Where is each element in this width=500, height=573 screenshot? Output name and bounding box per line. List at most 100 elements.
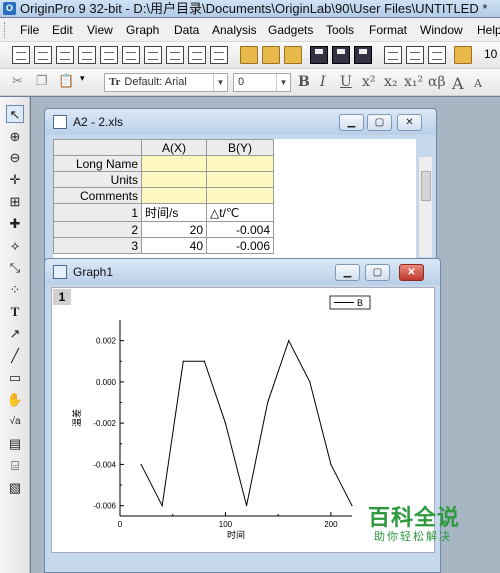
- menu-tools[interactable]: Tools: [326, 23, 354, 37]
- scale-icon[interactable]: ✛: [6, 171, 24, 189]
- grid-cell[interactable]: [141, 187, 207, 204]
- menu-window[interactable]: Window: [420, 23, 463, 37]
- greek-button[interactable]: αβ: [428, 74, 446, 90]
- new-excel-icon[interactable]: [56, 46, 74, 64]
- grid-cell[interactable]: [206, 171, 274, 188]
- row-label-long-name[interactable]: Long Name: [53, 155, 142, 172]
- column-header-b[interactable]: B(Y): [206, 139, 274, 156]
- new-script-icon[interactable]: [188, 46, 206, 64]
- import-multiple-icon[interactable]: [406, 46, 424, 64]
- zoom-out-icon[interactable]: ⊖: [6, 149, 24, 167]
- paste-icon[interactable]: 📋: [58, 73, 76, 91]
- grid-cell[interactable]: -0.006: [206, 237, 274, 254]
- app-title: OriginPro 9 32-bit - D:\用户目录\Documents\O…: [20, 1, 488, 16]
- y-tick-label: -0.002: [93, 419, 116, 428]
- close-button[interactable]: ✕: [399, 264, 424, 281]
- insert-graph-icon[interactable]: ▤: [6, 435, 24, 453]
- grid-cell[interactable]: 40: [141, 237, 207, 254]
- scrollbar-thumb[interactable]: [421, 171, 431, 201]
- import-ascii-icon[interactable]: [384, 46, 402, 64]
- menu-analysis[interactable]: Analysis: [212, 23, 257, 37]
- new-matrix-icon[interactable]: [100, 46, 118, 64]
- grid-cell[interactable]: 时间/s: [141, 203, 207, 222]
- maximize-button[interactable]: ▢: [367, 114, 392, 131]
- minimize-button[interactable]: ▁: [335, 264, 360, 281]
- corner-cell[interactable]: [53, 139, 142, 156]
- new-workbook-icon[interactable]: [34, 46, 52, 64]
- format-toolbar: ✂ ❐ 📋 ▾ Tr Default: Arial ▼ 0 ▼ B I U x² …: [0, 69, 500, 96]
- cut-icon[interactable]: ✂: [12, 73, 30, 91]
- open-excel-icon[interactable]: [284, 46, 302, 64]
- decrease-font-button[interactable]: A: [474, 77, 482, 90]
- menu-data[interactable]: Data: [174, 23, 199, 37]
- grid-cell[interactable]: [141, 155, 207, 172]
- new-layout-icon[interactable]: [144, 46, 162, 64]
- bold-button[interactable]: B: [298, 74, 310, 90]
- graph-titlebar[interactable]: Graph1 ▁ ▢ ✕: [45, 259, 440, 285]
- pointer-icon[interactable]: ↖: [6, 105, 24, 123]
- column-header-a[interactable]: A(X): [141, 139, 207, 156]
- row-number[interactable]: 2: [53, 221, 142, 238]
- minimize-button[interactable]: ▁: [339, 114, 364, 131]
- grid-cell[interactable]: △t/℃: [206, 203, 274, 222]
- menu-help[interactable]: Help: [477, 23, 500, 37]
- new-function-icon[interactable]: [122, 46, 140, 64]
- subscript-button[interactable]: x₂: [384, 74, 398, 90]
- recent-import-icon[interactable]: [454, 46, 472, 64]
- font-size-select[interactable]: 0 ▼: [233, 73, 291, 92]
- arrow-tool-icon[interactable]: ↗: [6, 325, 24, 343]
- open-icon[interactable]: [240, 46, 258, 64]
- font-family-select[interactable]: Tr Default: Arial ▼: [104, 73, 228, 92]
- equation-icon[interactable]: √a: [6, 413, 24, 431]
- grid-cell[interactable]: 20: [141, 221, 207, 238]
- row-label-units[interactable]: Units: [53, 171, 142, 188]
- insert-object-icon[interactable]: ▧: [6, 479, 24, 497]
- save-window-icon[interactable]: [332, 46, 350, 64]
- supsub-button[interactable]: x₁²: [404, 74, 423, 90]
- region-data-icon[interactable]: ⤡: [6, 259, 24, 277]
- superscript-button[interactable]: x²: [362, 74, 376, 90]
- import-wizard-icon[interactable]: [428, 46, 446, 64]
- row-number[interactable]: 3: [53, 237, 142, 254]
- new-project-icon[interactable]: [12, 46, 30, 64]
- draw-data-icon[interactable]: ⟡: [6, 237, 24, 255]
- new-graph-icon[interactable]: [78, 46, 96, 64]
- save-project-icon[interactable]: [310, 46, 328, 64]
- open-template-icon[interactable]: [262, 46, 280, 64]
- grid-cell[interactable]: -0.004: [206, 221, 274, 238]
- row-label-comments[interactable]: Comments: [53, 187, 142, 204]
- data-point: [309, 381, 311, 383]
- grid-cell[interactable]: [206, 155, 274, 172]
- insert-table-icon[interactable]: ⌸: [6, 457, 24, 475]
- mask-points-icon[interactable]: ⁘: [6, 281, 24, 299]
- underline-button[interactable]: U: [340, 74, 352, 90]
- grid-cell[interactable]: [206, 187, 274, 204]
- rectangle-tool-icon[interactable]: ▭: [6, 369, 24, 387]
- close-button[interactable]: ✕: [397, 114, 422, 131]
- copy-icon[interactable]: ❐: [36, 73, 54, 91]
- worksheet-titlebar[interactable]: A2 - 2.xls ▁ ▢ ✕: [45, 109, 436, 135]
- save-template-icon[interactable]: [354, 46, 372, 64]
- menu-view[interactable]: View: [87, 23, 113, 37]
- worksheet-scrollbar[interactable]: [418, 157, 432, 257]
- menu-format[interactable]: Format: [369, 23, 407, 37]
- zoom-in-icon[interactable]: ⊕: [6, 128, 24, 146]
- data-reader-icon[interactable]: ⊞: [6, 193, 24, 211]
- maximize-button[interactable]: ▢: [365, 264, 390, 281]
- screen-reader-icon[interactable]: ✚: [6, 215, 24, 233]
- new-notes-icon[interactable]: [166, 46, 184, 64]
- menu-graph[interactable]: Graph: [126, 23, 159, 37]
- text-tool-icon[interactable]: T: [6, 303, 24, 321]
- line-tool-icon[interactable]: ╱: [6, 347, 24, 365]
- menu-file[interactable]: File: [20, 23, 39, 37]
- toolbar-dropdown-icon[interactable]: ▾: [80, 73, 98, 91]
- italic-button[interactable]: I: [320, 74, 326, 90]
- increase-font-button[interactable]: A: [452, 74, 464, 93]
- hand-icon[interactable]: ✋: [6, 391, 24, 409]
- y-axis-title: 温差: [71, 409, 82, 427]
- grid-cell[interactable]: [141, 171, 207, 188]
- menu-gadgets[interactable]: Gadgets: [268, 23, 313, 37]
- new-folder-doc-icon[interactable]: [210, 46, 228, 64]
- menu-edit[interactable]: Edit: [52, 23, 73, 37]
- row-number[interactable]: 1: [53, 203, 142, 222]
